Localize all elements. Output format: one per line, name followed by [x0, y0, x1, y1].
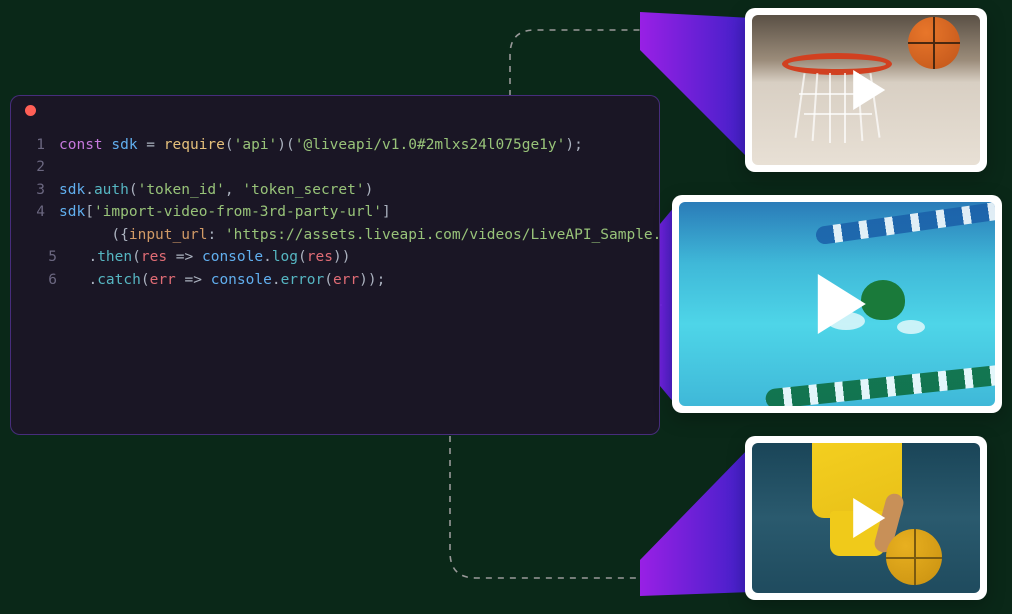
code-line-2: 2: [11, 156, 659, 178]
lane-rope: [765, 362, 995, 406]
line-number: 5: [27, 246, 57, 268]
code-line-6: 6 .catch(err => console.error(err));: [11, 269, 659, 291]
thumbnail-image: [752, 15, 980, 165]
play-icon: [853, 70, 885, 110]
line-number: 2: [27, 156, 45, 178]
code-text: sdk.auth('token_id', 'token_secret'): [59, 179, 373, 201]
code-text: .then(res => console.log(res)): [71, 246, 350, 268]
thumbnail-image: [752, 443, 980, 593]
video-thumbnail-swimmer[interactable]: [672, 195, 1002, 413]
thumbnail-image: [679, 202, 995, 406]
code-line-4b: ({input_url: 'https://assets.liveapi.com…: [11, 224, 659, 246]
lane-rope: [815, 202, 995, 245]
line-number: 3: [27, 179, 45, 201]
swimmer-cap: [861, 280, 905, 320]
basketball-icon: [908, 17, 960, 69]
play-icon: [818, 274, 866, 334]
line-number: 6: [27, 269, 57, 291]
play-icon: [853, 498, 885, 538]
video-thumbnail-basketball-hoop[interactable]: [745, 8, 987, 172]
code-block: 1 const sdk = require('api')('@liveapi/v…: [11, 124, 659, 311]
code-text: ({input_url: 'https://assets.liveapi.com…: [59, 224, 660, 246]
traffic-light-close[interactable]: [25, 105, 36, 116]
window-titlebar: [11, 96, 659, 124]
water-splash: [897, 320, 925, 334]
code-line-3: 3 sdk.auth('token_id', 'token_secret'): [11, 179, 659, 201]
line-number: 1: [27, 134, 45, 156]
code-line-4: 4 sdk['import-video-from-3rd-party-url']: [11, 201, 659, 223]
code-text: const sdk = require('api')('@liveapi/v1.…: [59, 134, 583, 156]
code-text: sdk['import-video-from-3rd-party-url']: [59, 201, 391, 223]
code-line-1: 1 const sdk = require('api')('@liveapi/v…: [11, 134, 659, 156]
line-number: [27, 224, 45, 246]
line-number: 4: [27, 201, 45, 223]
code-line-5: 5 .then(res => console.log(res)): [11, 246, 659, 268]
code-text: .catch(err => console.error(err));: [71, 269, 385, 291]
code-editor-window: 1 const sdk = require('api')('@liveapi/v…: [10, 95, 660, 435]
basketball-icon: [886, 529, 942, 585]
video-thumbnail-basketball-player[interactable]: [745, 436, 987, 600]
